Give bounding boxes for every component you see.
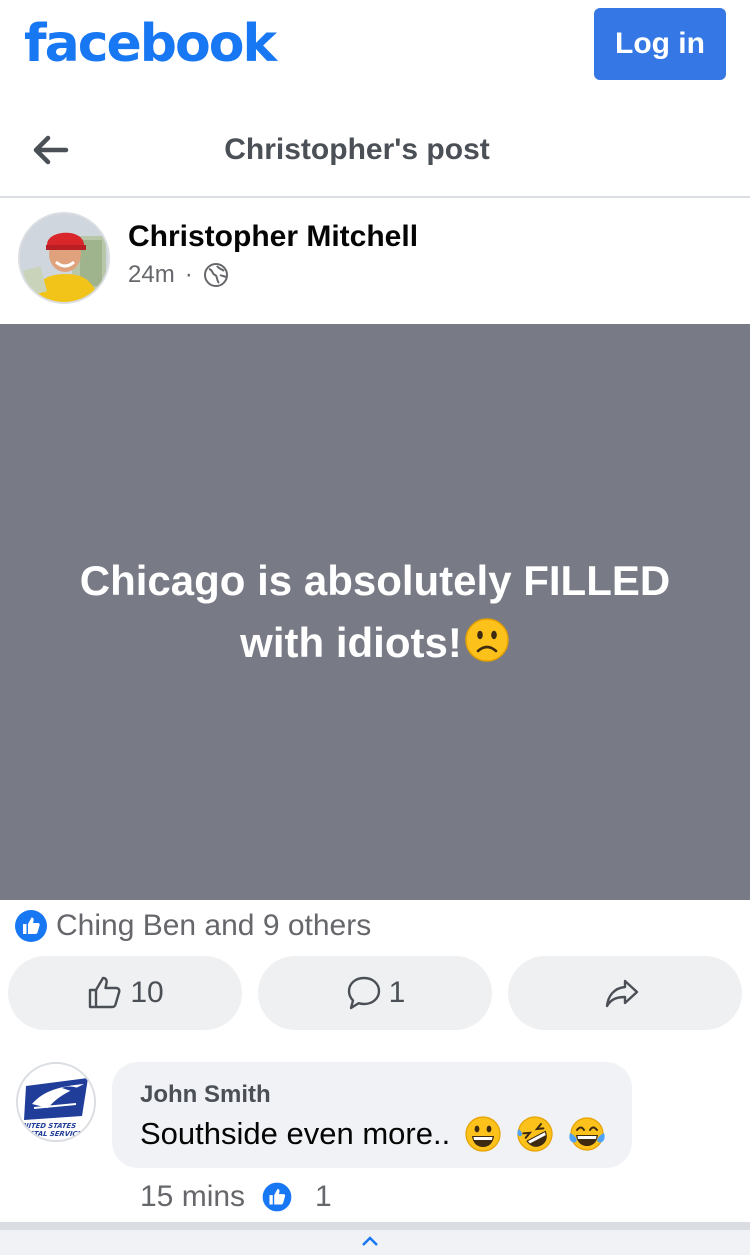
reactions-text: Ching Ben and 9 others: [56, 909, 372, 942]
commenter-avatar[interactable]: UNITED STATES POSTAL SERVICE: [16, 1062, 96, 1142]
status-post: Chicago is absolutely FILLED with idiots…: [0, 324, 750, 900]
slightly-frowning-face-icon: [465, 618, 509, 662]
tears-of-joy-icon: [569, 1117, 605, 1151]
comment: UNITED STATES POSTAL SERVICE John Smith …: [0, 1060, 750, 1220]
author-name[interactable]: Christopher Mitchell: [128, 218, 418, 256]
comment-like-count[interactable]: 1: [315, 1180, 332, 1214]
thumbs-up-icon: [89, 976, 121, 1009]
top-bar: facebook Log in: [0, 0, 750, 100]
post-actions: 10 1: [0, 956, 750, 1030]
login-button[interactable]: Log in: [594, 8, 726, 80]
avatar[interactable]: [18, 212, 110, 304]
usps-eagle-logo: UNITED STATES POSTAL SERVICE: [18, 1064, 94, 1140]
commenter-name[interactable]: John Smith: [140, 1080, 271, 1110]
like-badge-icon: [261, 1181, 293, 1213]
comment-count: 1: [388, 976, 406, 1009]
svg-text:UNITED STATES: UNITED STATES: [18, 1122, 77, 1130]
svg-text:POSTAL SERVICE: POSTAL SERVICE: [18, 1130, 83, 1138]
like-button[interactable]: 10: [8, 956, 242, 1030]
page-title: Christopher's post: [224, 133, 490, 166]
post-text: Chicago is absolutely FILLED with idiots…: [45, 550, 705, 674]
facebook-logo[interactable]: facebook: [24, 14, 277, 74]
post-time[interactable]: 24m: [128, 260, 175, 290]
rolling-on-floor-laughing-icon: [517, 1116, 553, 1152]
chevron-up-icon[interactable]: [362, 1236, 378, 1246]
comment-button[interactable]: 1: [258, 956, 492, 1030]
comment-text: Southside even more..: [140, 1114, 606, 1154]
meta-separator: ·: [184, 261, 193, 288]
comment-time[interactable]: 15 mins: [140, 1180, 245, 1214]
post-meta: 24m ·: [128, 260, 229, 290]
share-arrow-icon: [605, 979, 639, 1008]
like-count: 10: [130, 976, 164, 1009]
comment-meta: 15 mins 1: [140, 1180, 332, 1214]
comment-text-content: Southside even more..: [140, 1116, 451, 1151]
profile-photo: [20, 214, 108, 302]
grinning-face-icon: [465, 1116, 501, 1152]
bottom-bar: [0, 1222, 750, 1255]
reactions-summary[interactable]: Ching Ben and 9 others: [14, 906, 371, 946]
globe-icon: [203, 263, 228, 287]
speech-bubble-icon: [347, 976, 380, 1010]
like-badge-icon: [15, 910, 47, 942]
post-author: Christopher Mitchell 24m ·: [0, 198, 750, 324]
post-text-content: Chicago is absolutely FILLED with idiots…: [79, 557, 671, 666]
share-button[interactable]: [508, 956, 742, 1030]
comment-bubble: John Smith Southside even more..: [112, 1062, 632, 1168]
post-header: Christopher's post: [0, 100, 750, 198]
